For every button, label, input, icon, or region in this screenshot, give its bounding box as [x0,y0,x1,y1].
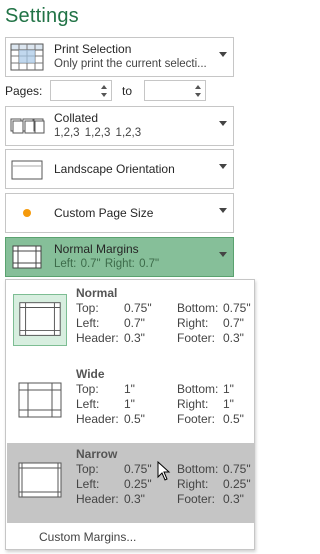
bottom-label: Bottom: [177,462,219,476]
margins-description: Left: 0.7" Right: 0.7" [54,258,160,270]
margins-dropdown[interactable]: Normal Margins Left: 0.7" Right: 0.7" [5,237,234,277]
left-label: Left: [76,316,100,330]
chevron-down-icon [219,52,227,57]
collation-dropdown[interactable]: Collated 1,2,3 1,2,3 1,2,3 [5,106,234,146]
footer-label: Footer: [177,412,216,426]
right-label: Right: [177,397,209,411]
print-what-description: Only print the current selecti... [54,58,207,70]
footer-value: 0.3" [223,331,244,345]
spin-down-icon[interactable] [195,93,201,97]
top-label: Top: [76,462,99,476]
bottom-label: Bottom: [177,382,219,396]
bottom-value: 0.75" [223,462,251,476]
custom-margins-link[interactable]: Custom Margins... [39,530,136,544]
margins-label: Normal Margins [54,242,139,256]
mouse-pointer-icon [157,461,171,481]
pages-range: Pages: to [5,80,234,102]
margin-option-wide[interactable]: Wide Top: 1" Bottom: 1" Left: 1" Right: … [7,363,254,443]
top-value: 0.75" [124,462,152,476]
margins-menu: Normal Top: 0.75" Bottom: 0.75" Left: 0.… [5,279,255,550]
chevron-down-icon [219,208,227,213]
top-label: Top: [76,382,99,396]
margin-option-normal[interactable]: Normal Top: 0.75" Bottom: 0.75" Left: 0.… [7,282,254,362]
normal-margins-icon [13,294,67,346]
left-label: Left: [76,397,100,411]
top-value: 0.75" [124,301,152,315]
margins-icon [12,245,42,269]
bottom-label: Bottom: [177,301,219,315]
margin-option-name: Narrow [76,447,118,461]
spin-up-icon[interactable] [101,85,107,89]
spin-up-icon[interactable] [195,85,201,89]
left-value: 0.25" [124,477,152,491]
right-value: 0.25" [223,477,251,491]
chevron-down-icon [219,252,227,257]
landscape-page-icon [11,160,43,180]
chevron-down-icon [219,164,227,169]
right-label: Right: [177,477,209,491]
footer-label: Footer: [177,331,216,345]
paper-size-dropdown[interactable]: Custom Page Size [5,193,234,233]
pages-from-input[interactable] [50,80,112,101]
bottom-value: 1" [223,382,234,396]
bottom-value: 0.75" [223,301,251,315]
left-value: 0.7" [124,316,145,330]
top-value: 1" [124,382,135,396]
top-label: Top: [76,301,99,315]
narrow-margins-icon [18,462,62,498]
spin-down-icon[interactable] [101,93,107,97]
header-label: Header: [76,492,119,506]
right-value: 0.7" [223,316,244,330]
header-value: 0.3" [124,492,145,506]
collation-label: Collated [54,111,99,125]
margin-option-name: Wide [76,367,105,381]
paper-size-label: Custom Page Size [54,206,154,220]
orientation-dropdown[interactable]: Landscape Orientation [5,149,234,189]
header-label: Header: [76,412,119,426]
pages-to-input[interactable] [144,80,206,101]
pages-to-label: to [122,84,133,98]
page-title: Settings [5,5,79,27]
collated-pages-icon [10,118,45,134]
footer-label: Footer: [177,492,216,506]
wide-margins-icon [18,382,62,418]
header-value: 0.3" [124,331,145,345]
orientation-label: Landscape Orientation [54,162,175,176]
left-value: 1" [124,397,135,411]
right-label: Right: [177,316,209,330]
pages-label: Pages: [5,84,43,98]
right-value: 1" [223,397,234,411]
print-what-dropdown[interactable]: Print Selection Only print the current s… [5,37,234,77]
left-label: Left: [76,477,100,491]
print-what-label: Print Selection [54,42,132,56]
margin-option-narrow[interactable]: Narrow Top: 0.75" Bottom: 0.75" Left: 0.… [7,443,254,523]
print-selection-icon [10,43,44,71]
header-value: 0.5" [124,412,145,426]
footer-value: 0.3" [223,492,244,506]
orange-dot-icon [23,209,31,217]
margin-option-name: Normal [76,286,118,300]
collation-description: 1,2,3 1,2,3 1,2,3 [54,127,142,139]
chevron-down-icon [219,121,227,126]
footer-value: 0.5" [223,412,244,426]
header-label: Header: [76,331,119,345]
